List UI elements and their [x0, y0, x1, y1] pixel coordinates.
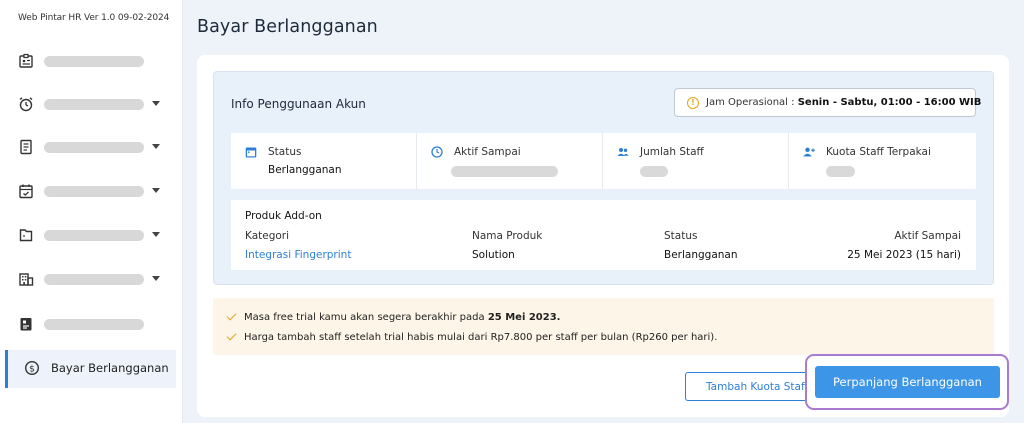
notice-line-2: Harga tambah staff setelah trial habis m… — [226, 330, 718, 343]
id-card-icon — [19, 53, 33, 68]
addon-col-header: Status — [664, 230, 698, 242]
sidebar-item-label-hidden — [44, 319, 144, 330]
chevron-down-icon — [152, 232, 160, 237]
renew-subscription-button[interactable]: Perpanjang Berlangganan — [815, 366, 1000, 398]
addon-product-value: Solution — [472, 249, 515, 261]
trial-end-date: 25 Mei 2023. — [487, 312, 561, 323]
info-title: Info Penggunaan Akun — [231, 97, 366, 111]
users-icon — [617, 148, 629, 156]
calendar-icon — [245, 147, 257, 158]
chevron-down-icon — [152, 101, 160, 106]
operating-hours-value: Senin - Sabtu, 01:00 - 16:00 WIB — [797, 97, 982, 108]
sidebar-item-label-hidden — [44, 56, 144, 67]
notice-line-1: Masa free trial kamu akan segera berakhi… — [226, 310, 561, 323]
sidebar-item-label-hidden — [44, 274, 144, 285]
operating-hours-label: Jam Operasional : — [706, 97, 795, 108]
chevron-down-icon — [152, 276, 160, 281]
sidebar-item-bayar-berlangganan[interactable]: $ Bayar Berlangganan — [5, 350, 176, 388]
sidebar: Web Pintar HR Ver 1.0 09-02-2024 $ Bayar… — [0, 0, 183, 423]
sidebar-item-7[interactable] — [0, 306, 183, 344]
clock-icon — [431, 146, 443, 158]
page-title: Bayar Berlangganan — [197, 17, 378, 37]
operating-hours-text: Jam Operasional : Senin - Sabtu, 01:00 -… — [706, 97, 981, 108]
stat-value-hidden — [826, 166, 855, 177]
addon-col-active-until: Aktif Sampai 25 Mei 2023 (15 hari) — [847, 230, 961, 261]
report-icon — [20, 318, 32, 331]
stat-value: Berlangganan — [268, 164, 342, 176]
user-plus-icon — [803, 147, 815, 157]
folder-icon — [19, 229, 33, 242]
sidebar-item-3[interactable] — [0, 129, 183, 167]
sidebar-item-1[interactable] — [0, 43, 183, 81]
addon-col-header: Kategori — [245, 230, 290, 242]
addon-title: Produk Add-on — [245, 210, 322, 222]
notice-text: Masa free trial kamu akan segera berakhi… — [244, 312, 488, 323]
stat-value-hidden — [640, 166, 668, 177]
add-staff-quota-button[interactable]: Tambah Kuota Staff — [685, 372, 811, 401]
addon-status-value: Berlangganan — [664, 249, 738, 261]
sidebar-item-label-hidden — [44, 142, 144, 153]
operating-hours-box: ! Jam Operasional : Senin - Sabtu, 01:00… — [674, 88, 981, 117]
check-icon — [226, 310, 237, 321]
svg-text:$: $ — [29, 364, 35, 374]
trial-notice: Masa free trial kamu akan segera berakhi… — [213, 298, 994, 355]
stat-label: Aktif Sampai — [454, 146, 521, 158]
addon-category-link[interactable]: Integrasi Fingerprint — [245, 249, 351, 261]
sidebar-item-4[interactable] — [0, 173, 183, 211]
stat-label: Status — [268, 146, 302, 158]
sidebar-item-5[interactable] — [0, 217, 183, 255]
building-icon — [19, 273, 34, 286]
stat-staff-count: Jumlah Staff — [603, 133, 789, 189]
addon-col-header: Nama Produk — [472, 230, 543, 242]
sidebar-item-label-hidden — [44, 230, 144, 241]
account-info-panel: Info Penggunaan Akun ! Jam Operasional :… — [213, 71, 994, 285]
main-card: Info Penggunaan Akun ! Jam Operasional :… — [197, 55, 1009, 417]
addon-col-header: Aktif Sampai — [894, 230, 961, 242]
notice-text: Harga tambah staff setelah trial habis m… — [244, 332, 718, 343]
stat-label: Jumlah Staff — [640, 146, 704, 158]
document-icon — [20, 139, 32, 155]
calendar-check-icon — [19, 184, 33, 199]
stat-label: Kuota Staff Terpakai — [826, 146, 931, 158]
chevron-down-icon — [152, 144, 160, 149]
chevron-down-icon — [152, 188, 160, 193]
addon-section: Produk Add-on Kategori Integrasi Fingerp… — [231, 200, 976, 270]
sidebar-item-label-hidden — [44, 186, 144, 197]
dollar-circle-icon: $ — [24, 360, 40, 376]
addon-col-product: Nama Produk Solution — [472, 230, 542, 261]
addon-col-status: Status Berlangganan — [664, 230, 738, 261]
sidebar-item-label-hidden — [44, 99, 144, 110]
info-icon: ! — [687, 97, 699, 109]
stat-staff-quota: Kuota Staff Terpakai — [789, 133, 976, 189]
stat-active-until: Aktif Sampai — [417, 133, 603, 189]
highlight-outline: Perpanjang Berlangganan — [805, 354, 1009, 410]
addon-active-until-value: 25 Mei 2023 (15 hari) — [847, 249, 961, 261]
sidebar-item-label: Bayar Berlangganan — [51, 361, 169, 375]
stats-row: Status Berlangganan Aktif Sampai Jumlah … — [231, 133, 976, 189]
addon-col-category: Kategori Integrasi Fingerprint — [245, 230, 351, 261]
stat-value-hidden — [451, 166, 558, 177]
app-version: Web Pintar HR Ver 1.0 09-02-2024 — [18, 13, 170, 23]
sidebar-item-6[interactable] — [0, 261, 183, 299]
check-icon — [226, 330, 237, 341]
sidebar-item-2[interactable] — [0, 86, 183, 124]
alarm-clock-icon — [19, 97, 33, 112]
stat-status: Status Berlangganan — [231, 133, 417, 189]
